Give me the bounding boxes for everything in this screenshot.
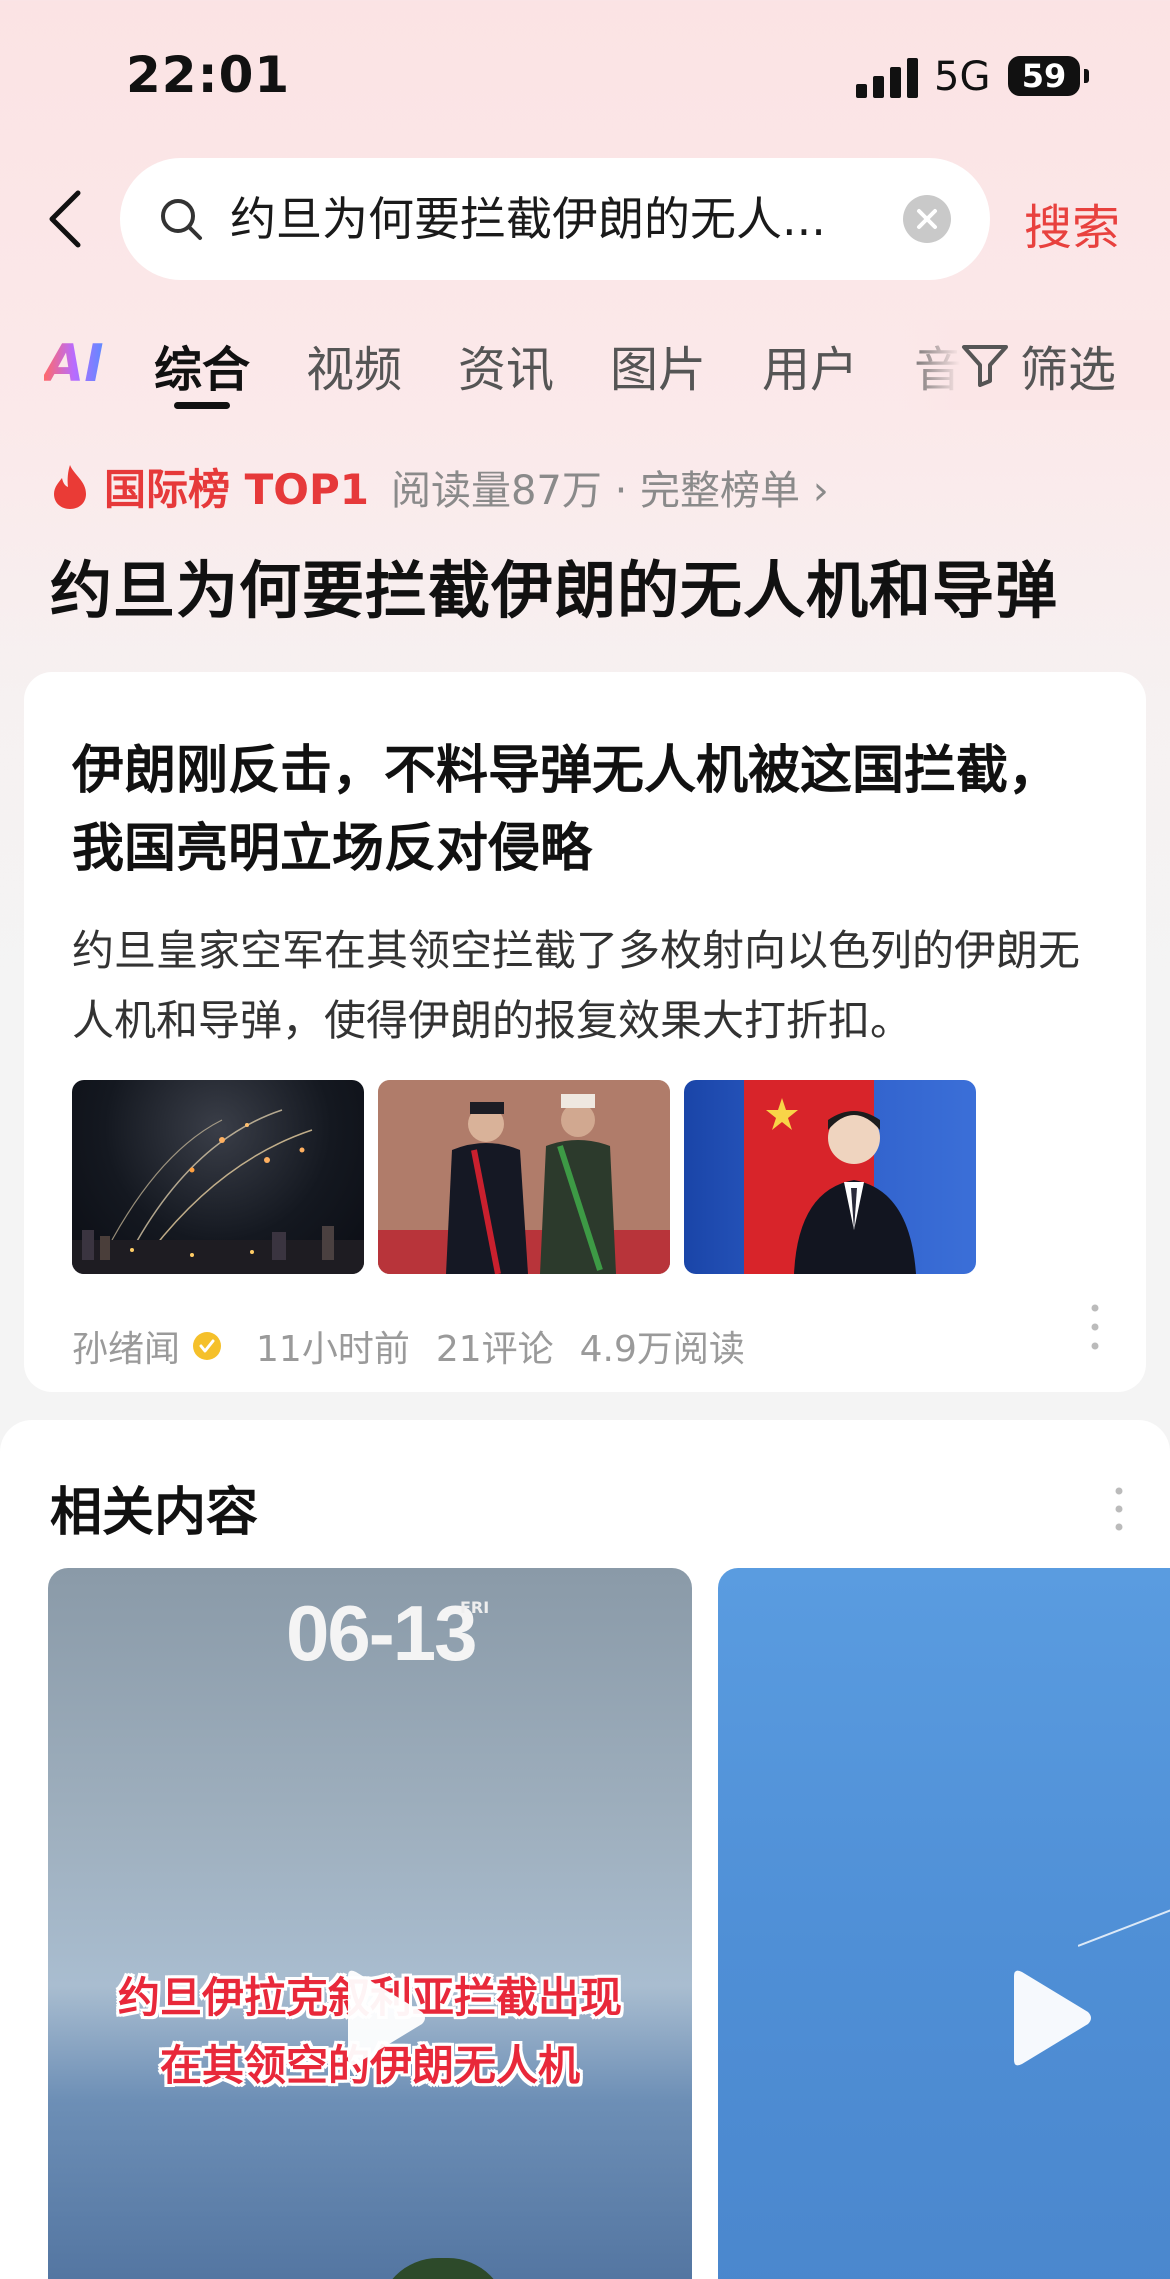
ai-tab[interactable]: AI: [44, 334, 104, 394]
search-icon: [161, 199, 202, 240]
verified-badge-icon: [193, 1332, 222, 1360]
thumbnail-spokesperson[interactable]: [684, 1080, 976, 1274]
thumbnail-night-sky[interactable]: [72, 1080, 364, 1274]
article-card[interactable]: 伊朗刚反击，不料导弹无人机被这国拦截，我国亮明立场反对侵略 约旦皇家空军在其领空…: [24, 672, 1146, 1392]
comment-count: 21评论: [435, 1329, 554, 1370]
page-title: 约旦为何要拦截伊朗的无人机和导弹: [50, 554, 1059, 627]
search-query: 约旦为何要拦截伊朗的无人...: [230, 192, 826, 246]
video-day: FRI: [460, 1598, 490, 1617]
thumbnail-ceremony[interactable]: [378, 1080, 670, 1274]
tab-video[interactable]: 视频: [306, 330, 402, 400]
publish-time: 11小时前: [256, 1329, 410, 1370]
interception-trails-image: [72, 1109, 364, 1274]
back-button[interactable]: [40, 186, 90, 252]
battery-icon: 59: [1008, 56, 1089, 96]
article-thumbnails: [72, 1080, 976, 1274]
related-title: 相关内容: [50, 1483, 259, 1543]
tab-bar: AI 综合 视频 资讯 图片 用户 音 筛选: [0, 320, 1170, 420]
read-count: 4.9万阅读: [579, 1329, 745, 1370]
signal-icon: [856, 58, 918, 98]
missile-trail-image: [1078, 1909, 1170, 1947]
filter-button[interactable]: 筛选: [960, 330, 1116, 400]
related-more-icon[interactable]: [1114, 1486, 1124, 1532]
filter-icon: [962, 345, 1008, 387]
tab-news[interactable]: 资讯: [458, 330, 554, 400]
related-section: 相关内容 06-13 FRI 约旦伊拉克叙利亚拦截出现 在其领空的伊朗无人机: [0, 1420, 1170, 2279]
tab-images[interactable]: 图片: [610, 330, 706, 400]
article-meta: 孙绪闻 11小时前 21评论 4.9万阅读: [72, 1320, 745, 1372]
filter-label: 筛选: [1020, 342, 1117, 398]
tab-comprehensive[interactable]: 综合: [154, 330, 250, 400]
hot-rank-label: 国际榜 TOP1: [104, 465, 369, 514]
tree-silhouette: [378, 2258, 508, 2279]
clear-icon[interactable]: [902, 194, 952, 244]
spokesperson-image: [744, 1080, 916, 1274]
search-button[interactable]: 搜索: [1024, 188, 1120, 258]
active-tab-indicator: [174, 402, 230, 409]
fire-icon: [54, 464, 86, 509]
article-summary: 约旦皇家空军在其领空拦截了多枚射向以色列的伊朗无人机和导弹，使得伊朗的报复效果大…: [72, 926, 1081, 1045]
status-time: 22:01: [126, 46, 291, 104]
more-options-icon[interactable]: [1090, 1302, 1100, 1352]
play-icon[interactable]: [1004, 1968, 1094, 2068]
related-video-2[interactable]: [718, 1568, 1170, 2279]
article-title[interactable]: 伊朗刚反击，不料导弹无人机被这国拦截，我国亮明立场反对侵略: [72, 732, 1072, 888]
related-video-1[interactable]: 06-13 FRI 约旦伊拉克叙利亚拦截出现 在其领空的伊朗无人机: [48, 1568, 692, 2279]
search-input[interactable]: 约旦为何要拦截伊朗的无人...: [120, 158, 990, 280]
network-type: 5G: [934, 54, 991, 100]
author-name[interactable]: 孙绪闻: [72, 1320, 180, 1372]
video-date: 06-13: [286, 1589, 477, 1677]
tab-users[interactable]: 用户: [762, 330, 858, 400]
chevron-left-icon: [49, 190, 81, 248]
hot-rank-meta[interactable]: 阅读量87万 · 完整榜单 ›: [391, 458, 829, 516]
hot-rank-line[interactable]: 国际榜 TOP1 阅读量87万 · 完整榜单 ›: [50, 456, 829, 517]
ceremony-image: [378, 1080, 670, 1274]
play-icon[interactable]: [338, 1968, 428, 2068]
